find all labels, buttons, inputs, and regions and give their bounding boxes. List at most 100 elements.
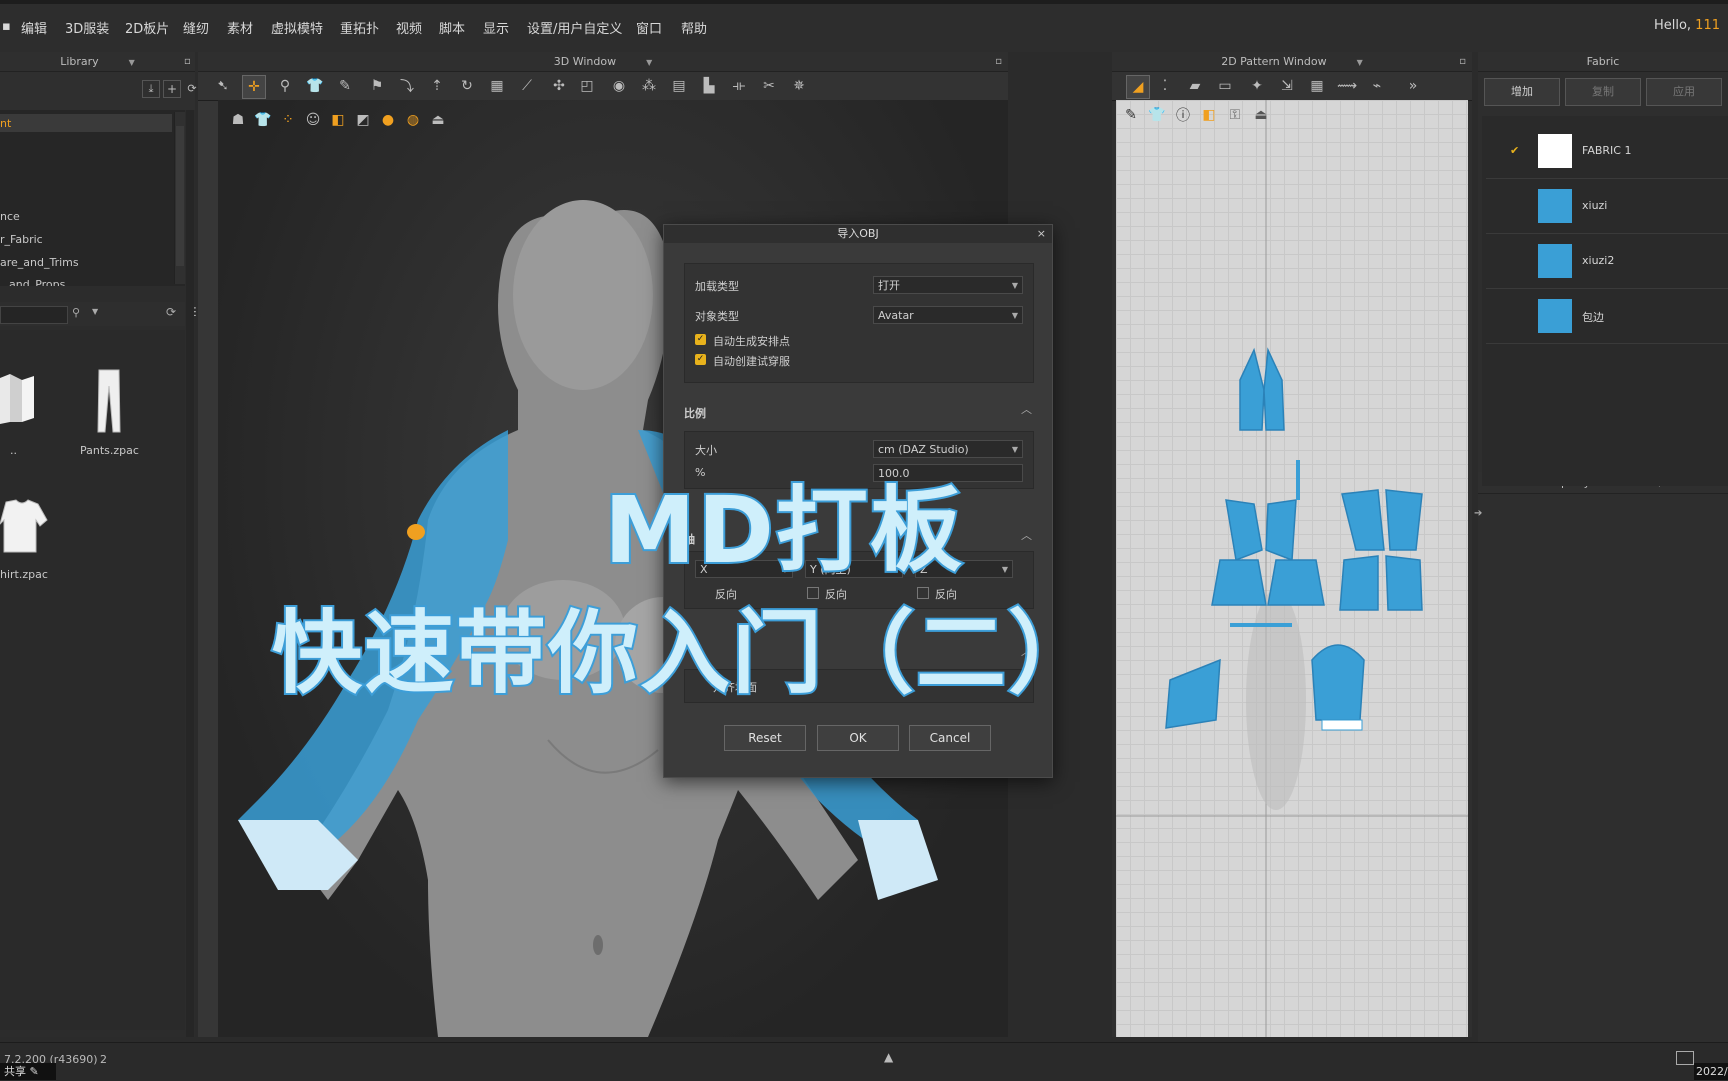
tree-item[interactable]: are_and_Trims bbox=[0, 256, 79, 269]
load-type-select[interactable]: 打开 ▼ bbox=[873, 276, 1023, 294]
pattern-piece[interactable] bbox=[1239, 347, 1265, 431]
float-icon[interactable]: ▫ bbox=[995, 52, 1002, 72]
user-greeting[interactable]: Hello, 111 bbox=[1654, 18, 1720, 33]
pattern-piece[interactable] bbox=[1211, 559, 1267, 606]
expand-up-icon[interactable]: ▲ bbox=[884, 1050, 893, 1064]
shirt-select-icon[interactable]: 👕 bbox=[304, 75, 326, 97]
avatar-display-icon[interactable]: ☗ bbox=[228, 110, 248, 130]
segment-icon[interactable]: ⇲ bbox=[1276, 75, 1298, 97]
garment-icon[interactable]: ⚑ bbox=[366, 75, 388, 97]
arrange-icon[interactable]: ⇡ bbox=[426, 75, 448, 97]
fabric-item[interactable]: xiuzi bbox=[1486, 179, 1728, 234]
collapse-icon[interactable]: ︿ bbox=[1021, 527, 1032, 543]
brush-icon[interactable]: ✎ bbox=[1120, 104, 1142, 126]
apply-fabric-button[interactable]: 应用 bbox=[1646, 78, 1722, 106]
export-icon[interactable]: ⏏ bbox=[428, 110, 448, 130]
ok-button[interactable]: OK bbox=[817, 725, 899, 751]
grid-icon[interactable]: ▦ bbox=[486, 75, 508, 97]
cut-icon[interactable]: ✂ bbox=[758, 75, 780, 97]
binding-strip[interactable] bbox=[1230, 623, 1292, 627]
tree-item[interactable]: r_Fabric bbox=[0, 233, 43, 246]
chevron-down-icon[interactable]: ▼ bbox=[646, 58, 652, 67]
cuff-piece[interactable] bbox=[1321, 719, 1363, 731]
texture-icon[interactable]: ◧ bbox=[328, 110, 348, 130]
menu-sewing[interactable]: 缝纫 bbox=[183, 18, 209, 37]
polygon-icon[interactable]: ▰ bbox=[1184, 75, 1206, 97]
menu-materials[interactable]: 素材 bbox=[227, 18, 253, 37]
file-name[interactable]: Pants.zpac bbox=[80, 444, 139, 457]
share-badge[interactable]: 共享 ✎ bbox=[0, 1063, 56, 1080]
pattern-piece[interactable] bbox=[1263, 347, 1285, 431]
chevron-down-icon[interactable]: ▼ bbox=[1357, 58, 1363, 67]
pattern-piece[interactable] bbox=[1225, 499, 1263, 562]
menu-help[interactable]: 帮助 bbox=[681, 18, 707, 37]
pin-icon[interactable]: ⚲ bbox=[274, 75, 296, 97]
fabric-icon[interactable]: ◩ bbox=[353, 110, 373, 130]
file-name[interactable]: hirt.zpac bbox=[0, 568, 48, 581]
globe-icon[interactable]: ◍ bbox=[403, 110, 423, 130]
rotate-icon[interactable]: ↻ bbox=[456, 75, 478, 97]
menu-video[interactable]: 视频 bbox=[396, 18, 422, 37]
menu-window[interactable]: 窗口 bbox=[636, 18, 662, 37]
edit-points-icon[interactable]: ⁚ bbox=[1154, 75, 1176, 97]
folder-thumbnail[interactable] bbox=[0, 372, 36, 426]
grid-pattern-icon[interactable]: ▦ bbox=[1306, 75, 1328, 97]
copy-fabric-button[interactable]: 复制 bbox=[1565, 78, 1641, 106]
tree-item[interactable]: nt bbox=[0, 117, 11, 130]
button-icon[interactable]: ◉ bbox=[608, 75, 630, 97]
export-2d-icon[interactable]: ⏏ bbox=[1250, 104, 1272, 126]
info-icon[interactable]: ⓘ bbox=[1172, 104, 1194, 126]
pattern-piece[interactable] bbox=[1267, 559, 1325, 606]
shirt-thumbnail[interactable] bbox=[0, 498, 48, 554]
checkbox-auto-points[interactable]: ✓ bbox=[695, 334, 706, 345]
menu-retopology[interactable]: 重拓扑 bbox=[340, 18, 379, 37]
sleeve-piece[interactable] bbox=[1165, 658, 1221, 729]
viewport-2d[interactable]: ✎ 👕 ⓘ ◧ ⚿ ⏏ bbox=[1116, 100, 1468, 1037]
float-icon[interactable]: ▫ bbox=[1459, 52, 1466, 72]
reset-button[interactable]: Reset bbox=[724, 725, 806, 751]
add-fabric-button[interactable]: 增加 bbox=[1484, 78, 1560, 106]
close-icon[interactable]: × bbox=[1037, 227, 1046, 240]
pants-thumbnail[interactable] bbox=[96, 368, 122, 434]
tape-icon[interactable]: ▤ bbox=[668, 75, 690, 97]
cancel-button[interactable]: Cancel bbox=[909, 725, 991, 751]
transform-icon[interactable]: ◰ bbox=[576, 75, 598, 97]
zip-icon[interactable]: ⁂ bbox=[638, 75, 660, 97]
avatar-icon[interactable]: ☺ bbox=[303, 110, 323, 130]
lock-icon[interactable]: ⚿ bbox=[1224, 104, 1246, 126]
tree-item[interactable]: nce bbox=[0, 210, 20, 223]
garment-display-icon[interactable]: 👕 bbox=[253, 110, 273, 130]
pin-marker[interactable] bbox=[407, 524, 425, 540]
search-icon[interactable]: ⚲ bbox=[72, 306, 80, 319]
search-input[interactable] bbox=[0, 306, 68, 324]
checkbox-auto-fit[interactable]: ✓ bbox=[695, 354, 706, 365]
pattern-piece[interactable] bbox=[1341, 489, 1385, 551]
check-icon[interactable]: ✔ bbox=[1510, 144, 1519, 157]
chevron-down-icon[interactable]: ▼ bbox=[129, 58, 135, 67]
placket-piece[interactable] bbox=[1296, 460, 1300, 500]
more-icon[interactable]: » bbox=[1402, 75, 1424, 97]
window-icon[interactable] bbox=[1676, 1051, 1694, 1065]
menu-2d-pattern[interactable]: 2D板片 bbox=[125, 18, 169, 37]
refresh-icon[interactable]: ⟳ bbox=[166, 305, 176, 319]
walk-icon[interactable]: ✵ bbox=[788, 75, 810, 97]
points-display-icon[interactable]: ⁘ bbox=[278, 110, 298, 130]
tack-icon[interactable]: ✣ bbox=[548, 75, 570, 97]
collapse-icon[interactable]: ︿ bbox=[1021, 401, 1032, 417]
add-icon[interactable]: + bbox=[163, 80, 181, 98]
move-icon[interactable]: ✛ bbox=[242, 75, 266, 99]
scrollbar-thumb[interactable] bbox=[176, 126, 184, 266]
tree-selected-row[interactable] bbox=[0, 114, 172, 132]
pattern-piece[interactable] bbox=[1339, 555, 1379, 611]
object-type-select[interactable]: Avatar ▼ bbox=[873, 306, 1023, 324]
pattern-piece[interactable] bbox=[1385, 555, 1423, 611]
select-arrow-icon[interactable]: ➷ bbox=[212, 75, 234, 97]
transform-pattern-icon[interactable]: ◢ bbox=[1126, 75, 1150, 99]
menu-settings[interactable]: 设置/用户自定义 bbox=[527, 18, 622, 37]
pattern-piece[interactable] bbox=[1265, 499, 1297, 562]
fabric-item[interactable]: ✔ FABRIC 1 bbox=[1486, 124, 1728, 179]
sewing-icon[interactable]: ⟿ bbox=[1336, 75, 1358, 97]
chevron-down-icon[interactable]: ▼ bbox=[92, 307, 98, 316]
texture-2d-icon[interactable]: ◧ bbox=[1198, 104, 1220, 126]
float-icon[interactable]: ▫ bbox=[184, 52, 191, 72]
